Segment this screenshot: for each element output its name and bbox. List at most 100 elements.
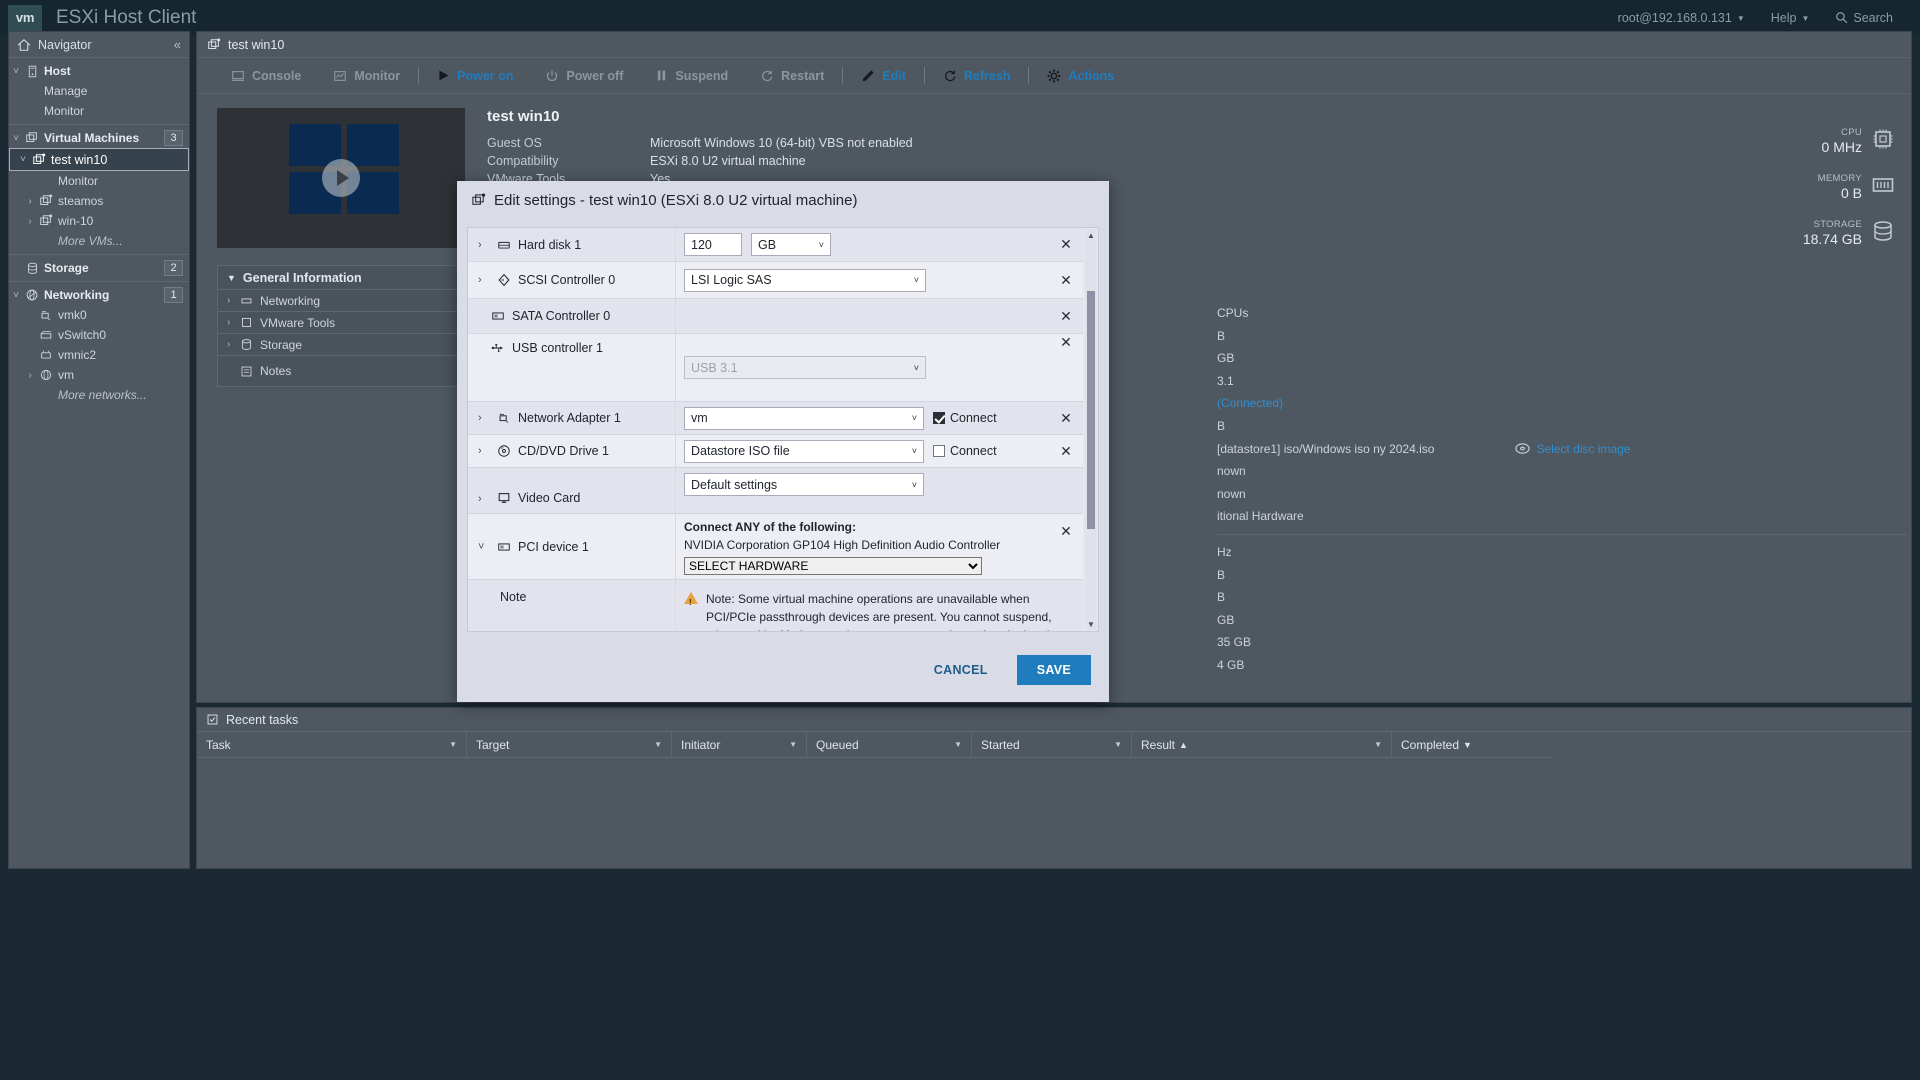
sidebar-item-vm-monitor[interactable]: Monitor	[9, 171, 189, 191]
vm-console-thumbnail[interactable]	[217, 108, 465, 248]
power-on-button[interactable]: Power on	[421, 58, 529, 94]
hw-label[interactable]: › SCSI Controller 0	[468, 262, 676, 298]
console-button[interactable]: Console	[215, 58, 317, 94]
hw-label[interactable]: › Hard disk 1	[468, 228, 676, 261]
chevron-right-icon[interactable]: ›	[478, 412, 489, 424]
sidebar-item-test-win10[interactable]: ˅ test win10	[9, 148, 189, 171]
sidebar-item-networking[interactable]: ˅ Networking 1	[9, 285, 189, 305]
column-header-initiator[interactable]: Initiator ▼	[672, 732, 807, 758]
vm-icon	[37, 194, 55, 208]
cddvd-connect-checkbox-wrap[interactable]: Connect	[933, 444, 997, 458]
hw-label[interactable]: ˅ PCI device 1	[468, 514, 676, 579]
hw-label[interactable]: › Video Card	[468, 468, 676, 513]
video-card-select[interactable]: Default settings ˅	[684, 473, 924, 496]
remove-sata-controller-0-button[interactable]: ✕	[1049, 299, 1083, 333]
select-disc-image-button[interactable]: Select disc image	[1515, 438, 1631, 461]
detail-link-connected[interactable]: (Connected)	[1217, 392, 1907, 415]
dialog-scrollbar[interactable]: ▲ ▼	[1085, 229, 1097, 630]
sidebar-item-win-10[interactable]: › win-10	[9, 211, 189, 231]
scroll-up-icon[interactable]: ▲	[1085, 229, 1097, 241]
remove-cddvd-drive-1-button[interactable]: ✕	[1049, 435, 1083, 467]
network-connect-checkbox-wrap[interactable]: Connect	[933, 411, 997, 425]
monitor-button[interactable]: Monitor	[317, 58, 416, 94]
chevron-double-left-icon[interactable]: «	[174, 37, 181, 52]
column-header-target[interactable]: Target ▼	[467, 732, 672, 758]
column-header-started[interactable]: Started ▼	[972, 732, 1132, 758]
remove-network-adapter-1-button[interactable]: ✕	[1049, 402, 1083, 434]
save-button[interactable]: SAVE	[1016, 655, 1091, 685]
chevron-right-icon[interactable]: ›	[23, 370, 37, 381]
disk-size-input[interactable]: 120	[684, 233, 742, 256]
cddvd-connect-checkbox[interactable]	[933, 445, 945, 457]
refresh-button[interactable]: Refresh	[927, 58, 1027, 94]
detail-line: B	[1217, 328, 1226, 343]
chevron-right-icon[interactable]: ›	[478, 274, 489, 286]
disk-unit-select[interactable]: GB ˅	[751, 233, 831, 256]
chevron-down-icon[interactable]: ▼	[1374, 740, 1382, 749]
hw-label[interactable]: › Network Adapter 1	[468, 402, 676, 434]
sidebar-item-steamos[interactable]: › steamos	[9, 191, 189, 211]
hw-label-text: CD/DVD Drive 1	[518, 444, 609, 458]
chevron-right-icon[interactable]: ›	[478, 493, 489, 505]
scroll-down-icon[interactable]: ▼	[1085, 618, 1097, 630]
sidebar-item-host-manage[interactable]: Manage	[9, 81, 189, 101]
sidebar-item-vmk0[interactable]: vmk0	[9, 305, 189, 325]
sidebar-item-vm-portgroup[interactable]: › vm	[9, 365, 189, 385]
chevron-down-icon[interactable]: ˅	[9, 133, 23, 144]
help-menu-label: Help	[1770, 10, 1797, 25]
sidebar-item-vmnic2[interactable]: vmnic2	[9, 345, 189, 365]
restart-button[interactable]: Restart	[744, 58, 840, 94]
sidebar-item-storage[interactable]: Storage 2	[9, 258, 189, 278]
column-header-result[interactable]: Result ▲ ▼	[1132, 732, 1392, 758]
sidebar-item-more-vms[interactable]: More VMs...	[9, 231, 189, 251]
chevron-down-icon[interactable]: ▼	[654, 740, 662, 749]
remove-scsi-controller-0-button[interactable]: ✕	[1049, 262, 1083, 298]
sidebar-item-virtual-machines[interactable]: ˅ Virtual Machines 3	[9, 128, 189, 148]
remove-hard-disk-1-button[interactable]: ✕	[1049, 228, 1083, 261]
sidebar-item-host-monitor[interactable]: Monitor	[9, 101, 189, 121]
chevron-down-icon[interactable]: ˅	[9, 66, 23, 77]
cddvd-source-select[interactable]: Datastore ISO file ˅	[684, 439, 924, 463]
close-icon: ✕	[1060, 307, 1072, 324]
scsi-controller-select[interactable]: LSI Logic SAS ˅	[684, 268, 926, 292]
actions-button[interactable]: Actions	[1031, 58, 1130, 94]
search-box[interactable]: Search	[1822, 0, 1906, 35]
chevron-right-icon[interactable]: ›	[227, 317, 240, 328]
select-hardware-dropdown[interactable]: SELECT HARDWARE	[684, 557, 982, 575]
sidebar-item-host[interactable]: ˅ Host	[9, 61, 189, 81]
hw-label[interactable]: SATA Controller 0	[468, 299, 676, 333]
chevron-down-icon[interactable]: ▼	[449, 740, 457, 749]
chevron-down-icon[interactable]: ▼	[789, 740, 797, 749]
chevron-down-icon[interactable]: ˅	[478, 541, 489, 553]
network-select[interactable]: vm ˅	[684, 406, 924, 430]
vm-icon	[471, 193, 486, 208]
sidebar-item-more-networks[interactable]: More networks...	[9, 385, 189, 405]
chevron-down-icon[interactable]: ˅	[16, 154, 30, 165]
hw-label[interactable]: › CD/DVD Drive 1	[468, 435, 676, 467]
play-button[interactable]	[322, 159, 360, 197]
power-off-button[interactable]: Power off	[529, 58, 639, 94]
sidebar-item-vswitch0[interactable]: vSwitch0	[9, 325, 189, 345]
help-menu[interactable]: Help ▼	[1758, 0, 1823, 35]
cancel-button[interactable]: CANCEL	[917, 655, 1005, 685]
chevron-right-icon[interactable]: ›	[23, 216, 37, 227]
chevron-down-icon[interactable]: ▼	[954, 740, 962, 749]
chevron-right-icon[interactable]: ›	[478, 239, 489, 251]
suspend-button[interactable]: Suspend	[639, 58, 744, 94]
chevron-right-icon[interactable]: ›	[227, 339, 240, 350]
hw-label[interactable]: USB controller 1	[468, 334, 676, 401]
chevron-right-icon[interactable]: ›	[227, 295, 240, 306]
remove-pci-device-1-button[interactable]: ✕	[1049, 514, 1083, 579]
scrollbar-thumb[interactable]	[1087, 291, 1095, 529]
column-header-task[interactable]: Task ▼	[197, 732, 467, 758]
user-menu[interactable]: root@192.168.0.131 ▼	[1605, 0, 1758, 35]
network-connect-checkbox[interactable]	[933, 412, 945, 424]
column-header-queued[interactable]: Queued ▼	[807, 732, 972, 758]
chevron-down-icon[interactable]: ▼	[1114, 740, 1122, 749]
chevron-right-icon[interactable]: ›	[478, 445, 489, 457]
chevron-right-icon[interactable]: ›	[23, 196, 37, 207]
edit-button[interactable]: Edit	[845, 58, 922, 94]
chevron-down-icon[interactable]: ˅	[9, 290, 23, 301]
column-header-completed[interactable]: Completed ▼	[1392, 732, 1552, 758]
remove-usb-controller-1-button[interactable]: ✕	[1049, 334, 1083, 357]
